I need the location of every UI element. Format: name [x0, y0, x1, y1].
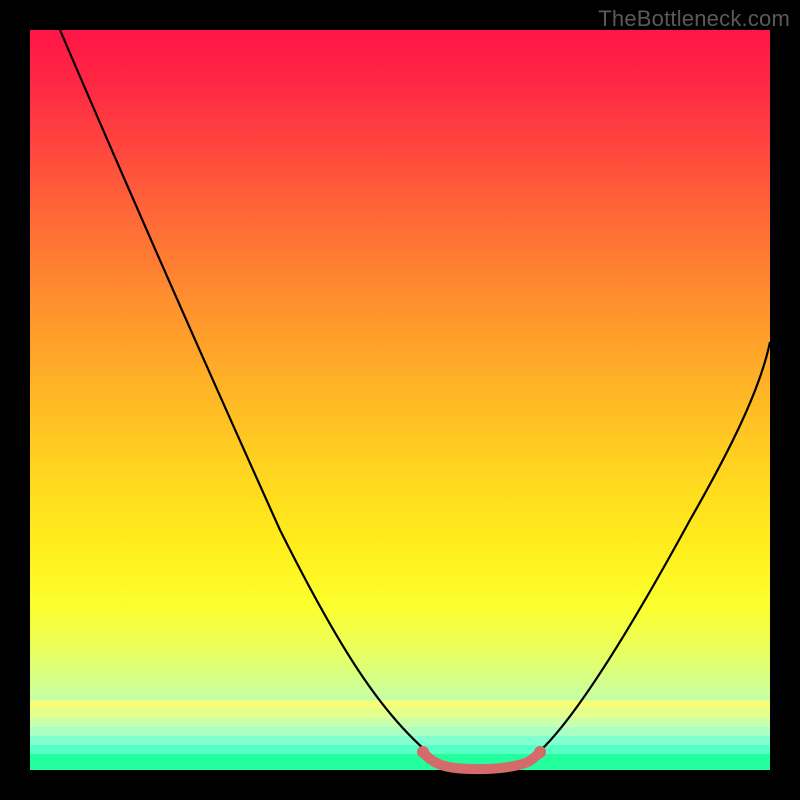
valley-highlight-path	[423, 752, 540, 769]
watermark-text: TheBottleneck.com	[598, 6, 790, 32]
bottleneck-curve-path	[60, 30, 770, 769]
chart-plot-area	[30, 30, 770, 770]
chart-frame: TheBottleneck.com	[0, 0, 800, 800]
valley-dot-left	[417, 746, 429, 758]
chart-svg	[30, 30, 770, 770]
valley-dot-right	[534, 746, 546, 758]
